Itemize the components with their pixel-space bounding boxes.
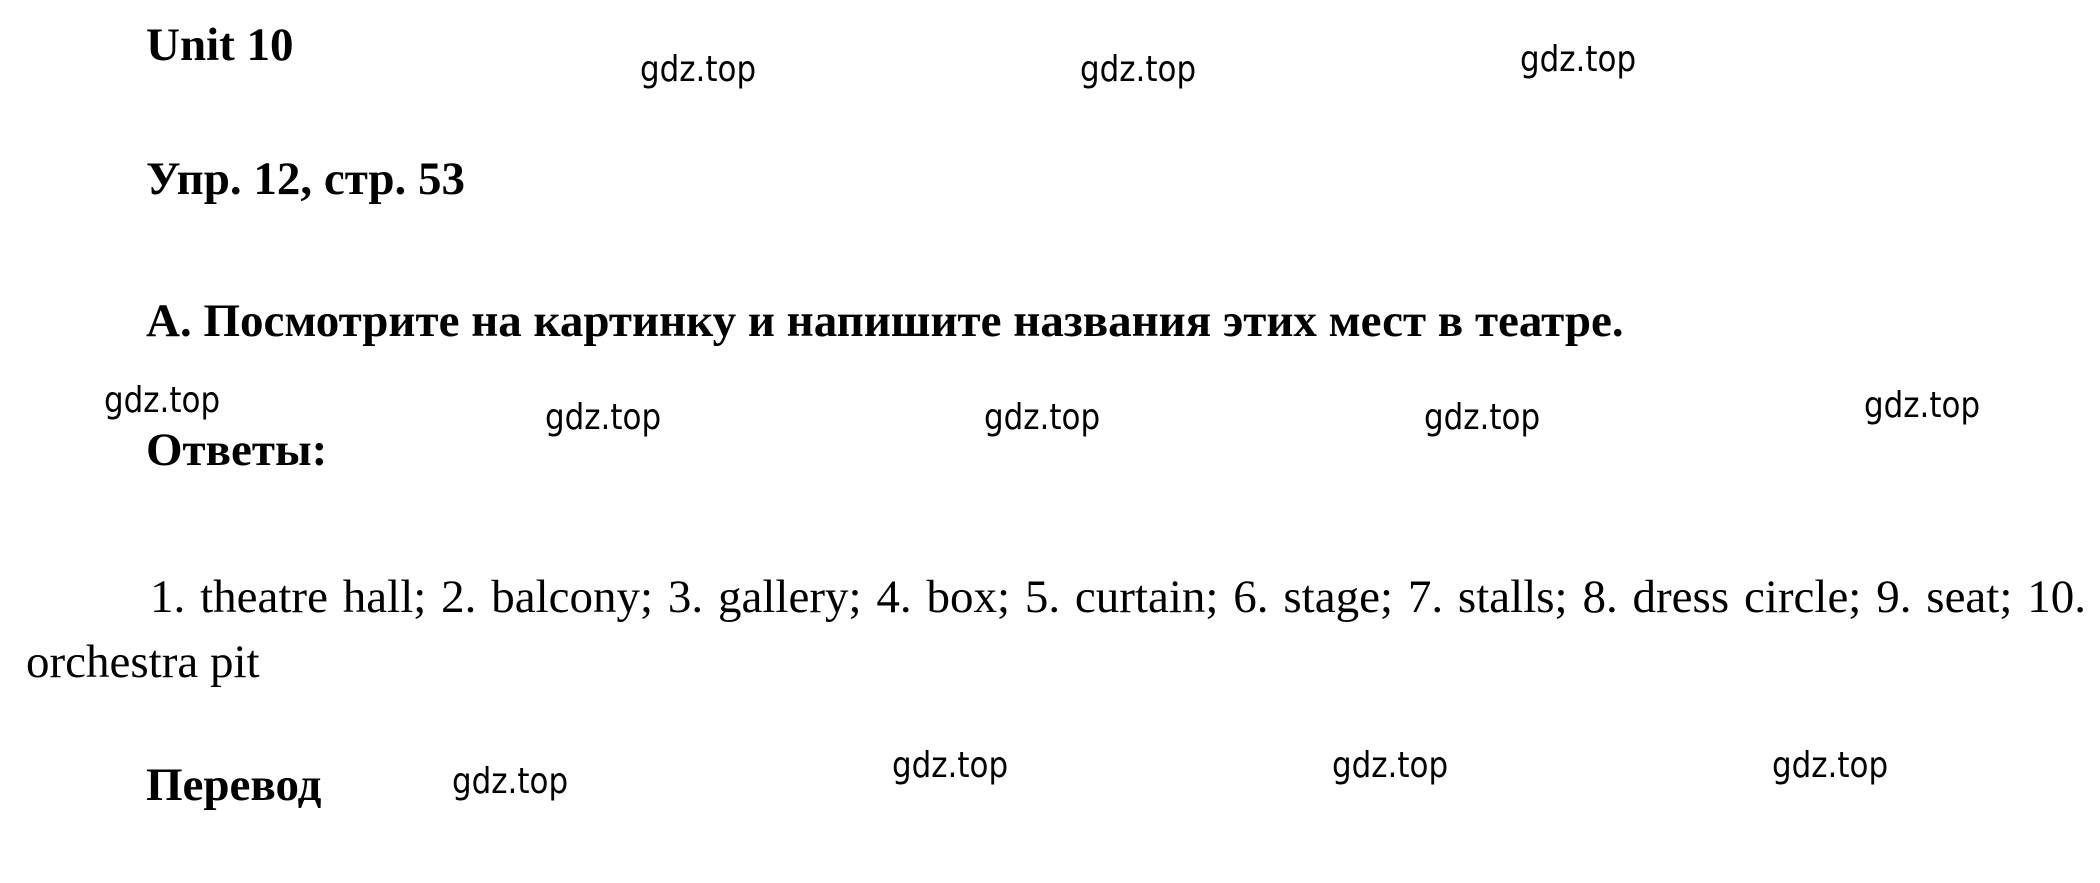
watermark: gdz.top xyxy=(1080,49,1197,90)
watermark: gdz.top xyxy=(984,397,1101,438)
exercise-reference: Упр. 12, стр. 53 xyxy=(146,153,466,205)
watermark: gdz.top xyxy=(640,49,757,90)
watermark: gdz.top xyxy=(1424,397,1541,438)
watermark: gdz.top xyxy=(104,380,221,421)
watermark: gdz.top xyxy=(1332,745,1449,786)
watermark: gdz.top xyxy=(1772,745,1889,786)
watermark: gdz.top xyxy=(545,397,662,438)
watermark: gdz.top xyxy=(1864,385,1981,426)
watermark: gdz.top xyxy=(892,745,1009,786)
task-instruction: A. Посмотрите на картинку и напишите наз… xyxy=(146,295,1624,347)
watermark: gdz.top xyxy=(1520,39,1637,80)
translation-heading: Перевод xyxy=(146,759,322,811)
answers-paragraph: 1. theatre hall; 2. balcony; 3. gallery;… xyxy=(26,571,2086,688)
watermark: gdz.top xyxy=(452,761,569,802)
answers-heading: Ответы: xyxy=(146,424,328,476)
unit-title: Unit 10 xyxy=(146,19,294,71)
